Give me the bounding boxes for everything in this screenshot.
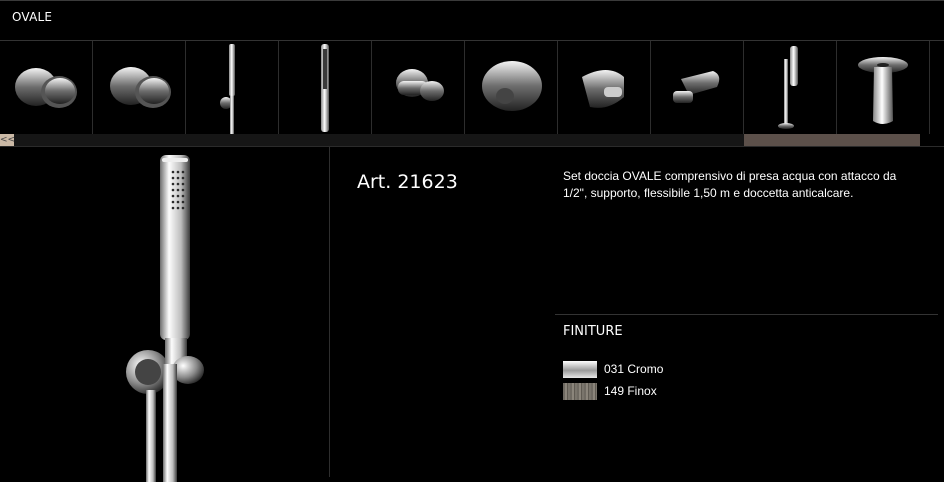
finish-option-finox[interactable]: 149 Finox (563, 380, 663, 402)
round-wall-knob-icon (15, 68, 77, 108)
finish-list: 031 Cromo 149 Finox (563, 358, 663, 402)
thumbnail-5[interactable] (372, 41, 465, 134)
finox-swatch[interactable] (563, 382, 597, 400)
round-wall-knob-icon (110, 67, 171, 108)
finishes-divider (555, 314, 938, 315)
strip-bottom-divider (0, 146, 944, 147)
finishes-heading: FINITURE (563, 324, 623, 339)
thumbnail-3[interactable] (186, 41, 279, 134)
thumbnail-7[interactable] (558, 41, 651, 134)
top-divider (0, 0, 944, 1)
thumbnail-scrollbar[interactable]: << (0, 134, 920, 146)
wall-outlet-holder-icon (396, 69, 444, 101)
shower-column-icon (778, 46, 798, 129)
product-thumbnail-strip (0, 41, 938, 134)
detail-column-divider (329, 147, 330, 477)
shower-holder-icon (582, 70, 624, 108)
shower-slide-bar-icon (321, 44, 329, 132)
finish-option-cromo[interactable]: 031 Cromo (563, 358, 663, 380)
thumbnail-2[interactable] (93, 41, 186, 134)
scroll-left-button[interactable]: << (0, 134, 15, 146)
collection-title: OVALE (12, 10, 53, 24)
product-image (126, 155, 204, 482)
finish-label: 031 Cromo (604, 362, 664, 376)
chrome-swatch[interactable] (563, 360, 597, 378)
bracket-outlet-icon (673, 71, 720, 103)
scrollbar-thumb[interactable] (744, 134, 920, 146)
thumbnail-6[interactable] (465, 41, 558, 134)
thumbnail-9[interactable] (744, 41, 837, 134)
article-number: Art. 21623 (357, 171, 458, 193)
hand-shower-set-icon (220, 44, 235, 134)
thumbnail-4[interactable] (279, 41, 372, 134)
thumbnail-10[interactable] (837, 41, 930, 134)
product-description: Set doccia OVALE comprensivo di presa ac… (563, 169, 897, 200)
spout-flange-icon (858, 57, 908, 124)
thumbnail-8[interactable] (651, 41, 744, 134)
thumbnail-1[interactable] (0, 41, 93, 134)
round-wall-outlet-icon (482, 61, 542, 111)
finish-label: 149 Finox (604, 384, 657, 398)
